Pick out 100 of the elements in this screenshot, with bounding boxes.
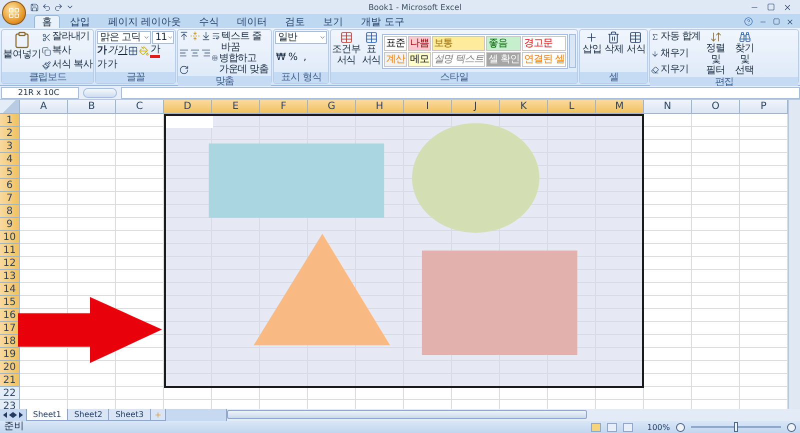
column-header[interactable]: E xyxy=(212,100,260,114)
column-header[interactable]: J xyxy=(452,100,500,114)
column-header[interactable]: D xyxy=(164,100,212,114)
row-header[interactable]: 5 xyxy=(0,166,20,179)
align-right-icon[interactable] xyxy=(201,48,212,58)
close-icon[interactable] xyxy=(783,2,792,12)
name-box[interactable]: 21R x 10C xyxy=(1,86,79,98)
restore-icon[interactable] xyxy=(773,18,780,25)
column-header[interactable]: F xyxy=(260,100,308,114)
cell-style[interactable]: 나쁨 xyxy=(408,36,431,50)
row-header[interactable]: 17 xyxy=(0,322,20,335)
zoom-out-button[interactable] xyxy=(676,422,685,432)
ribbon-tab[interactable]: 데이터 xyxy=(229,15,276,28)
ribbon-tab[interactable]: 개발 도구 xyxy=(353,15,412,28)
row-header[interactable]: 4 xyxy=(0,153,20,166)
row-header[interactable]: 2 xyxy=(0,127,20,140)
ribbon-tab[interactable]: 삽입 xyxy=(62,15,98,28)
rotate-icon[interactable] xyxy=(179,65,190,75)
cell-style[interactable]: 표준 xyxy=(384,36,407,50)
row-header[interactable]: 13 xyxy=(0,270,20,283)
align-center-icon[interactable] xyxy=(190,48,200,58)
shrink-font-button[interactable]: 가 xyxy=(108,58,117,71)
maximize-icon[interactable] xyxy=(767,2,775,10)
row-header[interactable]: 19 xyxy=(0,348,20,361)
cells-command[interactable]: 삽입 xyxy=(581,31,602,71)
row-header[interactable]: 21 xyxy=(0,374,20,387)
sort-filter-button[interactable]: 정렬 및 필터 xyxy=(702,31,730,76)
conditional-format-button[interactable]: 조건부 서식 xyxy=(332,31,360,71)
align-top-icon[interactable] xyxy=(179,31,190,41)
arrow-shape[interactable] xyxy=(18,297,162,363)
ribbon-tab[interactable]: 수식 xyxy=(191,15,228,28)
paste-button[interactable]: 붙여넣기 xyxy=(3,31,41,71)
column-header[interactable]: M xyxy=(596,100,644,114)
column-header[interactable]: C xyxy=(116,100,164,114)
clipboard-command[interactable]: 잘라내기 xyxy=(42,31,92,43)
row-header[interactable]: 1 xyxy=(0,114,20,127)
row-header[interactable]: 18 xyxy=(0,335,20,348)
close-icon[interactable] xyxy=(786,18,794,26)
sheet-nav-arrows-icon[interactable] xyxy=(3,412,23,418)
merge-center-button[interactable]: 병합하고 가운데 맞춤 xyxy=(212,53,270,75)
row-header[interactable]: 6 xyxy=(0,179,20,192)
clipboard-command[interactable]: 복사 xyxy=(42,45,92,57)
row-header[interactable]: 3 xyxy=(0,140,20,153)
column-header[interactable]: I xyxy=(404,100,452,114)
editing-command[interactable]: 채우기 xyxy=(651,48,701,60)
row-header[interactable]: 7 xyxy=(0,192,20,205)
row-header[interactable]: 8 xyxy=(0,205,20,218)
column-header[interactable]: H xyxy=(356,100,404,114)
editing-command[interactable]: 자동 합계 xyxy=(651,31,701,43)
font-name-dropdown[interactable]: 맑은 고딕 xyxy=(97,31,152,44)
ribbon-tab[interactable]: 홈 xyxy=(34,15,60,28)
cell-style[interactable]: 메모 xyxy=(408,52,431,66)
redo-icon[interactable] xyxy=(54,2,63,12)
row-header[interactable]: 22 xyxy=(0,387,20,400)
sheet-tab[interactable]: Sheet1 xyxy=(26,409,68,421)
borders-icon[interactable] xyxy=(128,46,138,56)
horizontal-scrollbar[interactable] xyxy=(226,409,800,421)
align-bottom-icon[interactable] xyxy=(201,31,212,41)
ribbon-tab[interactable]: 페이지 레이아웃 xyxy=(100,15,190,28)
page-break-view-button[interactable] xyxy=(623,422,634,432)
help-icon[interactable] xyxy=(744,17,753,26)
active-cell[interactable] xyxy=(166,116,213,128)
drawing-canvas[interactable] xyxy=(164,114,644,388)
row-header[interactable]: 9 xyxy=(0,218,20,231)
column-header[interactable]: L xyxy=(548,100,596,114)
zoom-in-button[interactable] xyxy=(787,422,796,432)
find-select-button[interactable]: 찾기 및 선택 xyxy=(730,31,759,76)
row-header[interactable]: 10 xyxy=(0,231,20,244)
sheet-tab[interactable]: Sheet3 xyxy=(108,409,151,421)
save-icon[interactable] xyxy=(30,2,39,12)
cell-style[interactable]: 경고문 xyxy=(522,36,566,50)
row-header[interactable]: 16 xyxy=(0,309,20,322)
ribbon-tab[interactable]: 보기 xyxy=(315,15,352,28)
currency-button[interactable]: ₩ xyxy=(275,51,286,64)
column-header[interactable]: N xyxy=(644,100,692,114)
cell-style[interactable]: 보통 xyxy=(432,36,486,50)
caret-icon[interactable] xyxy=(66,3,74,11)
column-header[interactable]: B xyxy=(68,100,116,114)
grow-font-button[interactable]: 가 xyxy=(97,58,107,71)
font-color-button[interactable]: 가 xyxy=(150,44,160,58)
zoom-slider-thumb[interactable] xyxy=(734,422,738,432)
cell-style[interactable]: 설명 텍스트 xyxy=(432,52,486,66)
column-header[interactable]: O xyxy=(692,100,740,114)
page-layout-view-button[interactable] xyxy=(607,422,618,432)
ribbon-tab[interactable]: 검토 xyxy=(277,15,314,28)
scrollbar-thumb[interactable] xyxy=(226,410,587,419)
cells-command[interactable]: 삭제 xyxy=(603,31,624,71)
vertical-scrollbar[interactable] xyxy=(788,100,800,409)
row-header[interactable]: 23 xyxy=(0,400,20,409)
font-style-button[interactable]: 가 xyxy=(118,44,128,58)
row-header[interactable]: 12 xyxy=(0,257,20,270)
align-left-icon[interactable] xyxy=(179,48,190,58)
row-header[interactable]: 15 xyxy=(0,296,20,309)
row-header[interactable]: 20 xyxy=(0,361,20,374)
number-format-dropdown[interactable]: 일반 xyxy=(275,31,328,44)
font-style-button[interactable]: 가 xyxy=(108,44,117,58)
percent-button[interactable]: % xyxy=(287,51,298,64)
wrap-text-button[interactable]: 텍스트 줄 바꿈 xyxy=(212,31,270,53)
clipboard-command[interactable]: 서식 복사 xyxy=(42,59,92,71)
column-header[interactable]: P xyxy=(740,100,788,114)
